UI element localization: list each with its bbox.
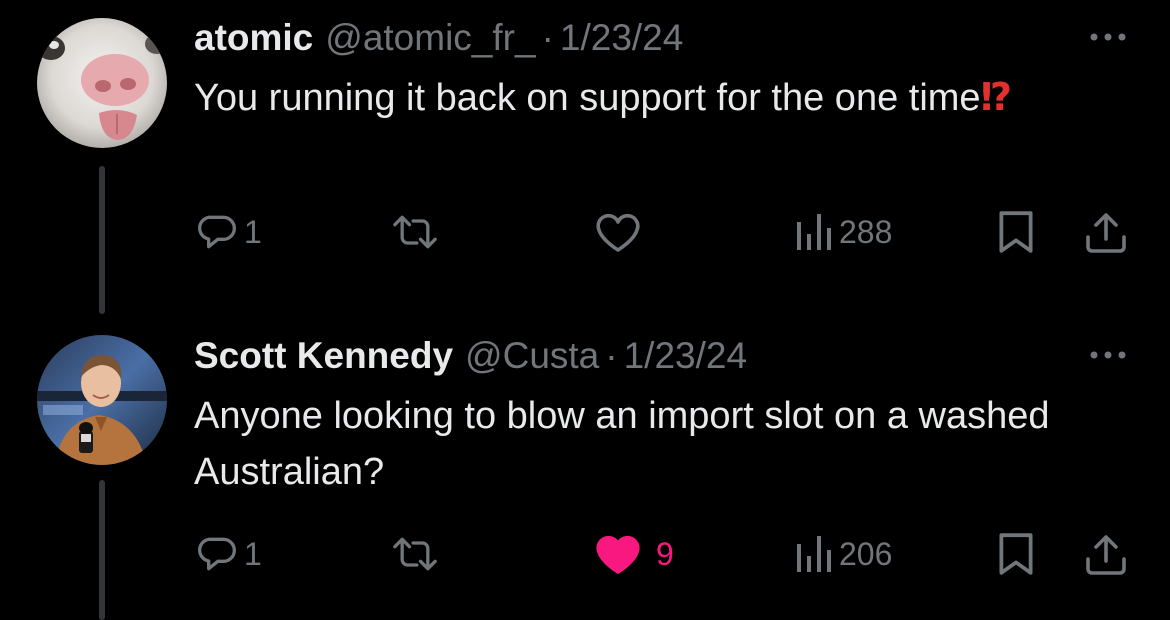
action-bar: 1 9 206 [0,526,1170,582]
share-icon [1086,535,1126,575]
views-icon [797,536,831,572]
share-icon [1086,213,1126,253]
tweet[interactable]: Scott Kennedy @Custa · 1/23/24 Anyone lo… [0,318,1170,620]
like-button[interactable]: 9 [594,526,674,582]
avatar[interactable] [37,18,167,148]
bookmark-icon [999,533,1033,575]
avatar[interactable] [37,335,167,465]
exclamation-question-icon: ⁉ [980,77,1012,119]
reply-icon [198,215,236,249]
user-handle[interactable]: @atomic_fr_ [325,14,535,62]
views-button[interactable]: 206 [793,526,892,582]
more-button[interactable] [1086,340,1130,370]
like-button[interactable] [594,204,648,260]
avatar-person-image [37,335,167,465]
bookmark-button[interactable] [997,526,1035,582]
reply-thread: atomic @atomic_fr_ · 1/23/24 You running… [0,0,1170,620]
view-count: 206 [839,535,893,572]
views-button[interactable]: 288 [793,204,892,260]
action-bar: 1 288 [0,204,1170,260]
more-button[interactable] [1086,22,1130,52]
retweet-button[interactable] [390,204,446,260]
share-button[interactable] [1082,526,1130,582]
separator-dot: · [605,335,618,376]
tweet-body: You running it back on support for the o… [194,77,981,119]
like-icon [596,213,640,252]
tweet-header: atomic @atomic_fr_ · 1/23/24 [194,14,683,64]
view-count: 288 [839,213,893,250]
tweet-date[interactable]: 1/23/24 [560,14,683,62]
like-icon-filled [596,535,640,574]
tweet-body: Anyone looking to blow an import slot on… [194,395,1050,493]
reply-count: 1 [244,535,262,572]
retweet-icon [393,537,437,571]
reply-count: 1 [244,213,262,250]
display-name[interactable]: atomic [194,14,313,62]
tweet-text: Anyone looking to blow an import slot on… [194,388,1124,500]
bookmark-button[interactable] [997,204,1035,260]
display-name[interactable]: Scott Kennedy [194,332,453,380]
more-icon [1090,351,1126,359]
share-button[interactable] [1082,204,1130,260]
more-icon [1090,33,1126,41]
like-count: 9 [656,535,674,572]
reply-button[interactable]: 1 [194,204,262,260]
bookmark-icon [999,211,1033,253]
tweet[interactable]: atomic @atomic_fr_ · 1/23/24 You running… [0,0,1170,314]
reply-icon [198,537,236,571]
views-icon [797,214,831,250]
retweet-icon [393,215,437,249]
retweet-button[interactable] [390,526,446,582]
tweet-date[interactable]: 1/23/24 [624,332,747,380]
reply-button[interactable]: 1 [194,526,262,582]
avatar-cat-image [37,18,167,148]
tweet-text: You running it back on support for the o… [194,70,1124,126]
user-handle[interactable]: @Custa [465,332,599,380]
tweet-header: Scott Kennedy @Custa · 1/23/24 [194,332,747,382]
separator-dot: · [541,17,554,58]
